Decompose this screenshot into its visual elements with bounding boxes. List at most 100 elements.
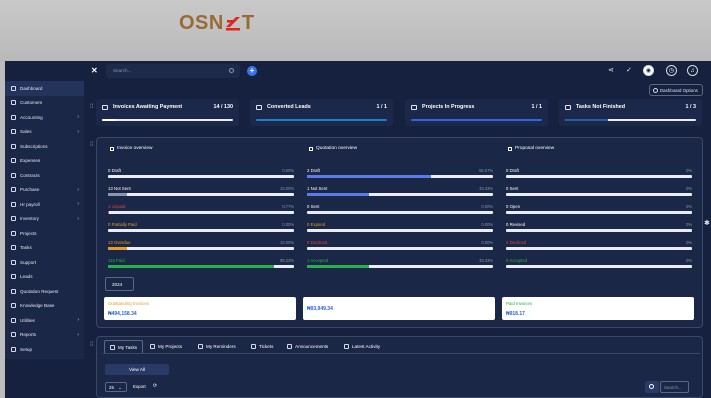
timer-icon[interactable]: ◷ [666,65,677,76]
quotation-status-row[interactable]: 1 Not Sent 33.33% [307,186,493,197]
sidebar-item-expenses[interactable]: Expenses [5,154,84,169]
sidebar-item-knowledge-base[interactable]: Knowledge Base [5,299,84,314]
search-icon[interactable] [229,68,234,73]
status-percent: 10.00% [280,186,294,191]
user-avatar[interactable]: ◉ [643,65,654,76]
view-all-button[interactable]: View All [105,364,169,375]
sidebar-item-customers[interactable]: Customers [5,96,84,111]
invoice-status-row[interactable]: 116 Paid 89.23% [108,258,294,269]
sidebar-item-accounting[interactable]: Accounting › [5,110,84,125]
tab-tickets[interactable]: Tickets [246,340,278,353]
sidebar-item-label: Tasks [20,245,32,251]
drag-handle-icon[interactable]: ⁞⁞ [90,342,93,348]
search-input[interactable]: Search... [106,64,240,78]
status-label: 0 Accepted [506,258,528,263]
sidebar-item-subscriptions[interactable]: Subscriptions [5,139,84,154]
sidebar-item-label: Sales [20,129,32,135]
status-percent: 0.00% [481,240,493,245]
tab-my-reminders[interactable]: My Reminders [193,340,241,353]
invoice-status-row[interactable]: 13 Overdue 10.00% [108,240,294,251]
proposal-status-row[interactable]: 0 Declined 0% [506,240,692,251]
sidebar-item-leads[interactable]: Leads [5,270,84,285]
refresh-icon[interactable]: ⟳ [153,383,157,389]
check-icon[interactable]: ✓ [626,66,632,74]
status-progress-bar [307,265,493,268]
dashboard-options-button[interactable]: Dashboard Options [649,84,703,96]
activity-tabs-panel [96,336,703,398]
lifebuoy-icon [11,259,16,265]
quotation-status-row[interactable]: 1 Accepted 33.33% [307,258,493,269]
quotation-status-row[interactable]: 2 Draft 66.67% [307,168,493,179]
sidebar-item-purchase[interactable]: Purchase › [5,183,84,198]
stat-card-title: Tasks Not Finished [576,104,626,110]
notifications-bell-icon[interactable]: ♫ [687,65,698,76]
sidebar-item-reports[interactable]: Reports › [5,328,84,343]
overview-icon [309,146,313,151]
sidebar-item-dashboard[interactable]: Dashboard [5,81,84,96]
total-label: Outstanding Invoices [108,301,150,306]
tab-my-tasks[interactable]: My Tasks [104,340,144,353]
sidebar-item-tasks[interactable]: Tasks [5,241,84,256]
sidebar-item-inventory[interactable]: Inventory › [5,212,84,227]
close-sidebar-icon[interactable]: ✕ [91,66,98,75]
invoice-status-row[interactable]: 13 Not Sent 10.00% [108,186,294,197]
settings-gear-icon[interactable]: ✱ [704,219,710,227]
status-label: 0 Partially Paid [108,222,137,227]
drag-handle-icon[interactable]: ⁞⁞ [90,142,93,148]
share-icon[interactable]: ⋖ [608,66,614,74]
chart-icon [11,332,16,338]
quotation-status-row[interactable]: 0 Sent 0.00% [307,204,493,215]
sidebar-item-contracts[interactable]: Contracts [5,168,84,183]
drag-handle-icon[interactable]: ⁞⁞ [90,104,93,110]
tools-icon [11,317,16,323]
tab-latest-activity[interactable]: Latest Activity [339,340,385,353]
quotation-status-row[interactable]: 0 Declined 0.00% [307,240,493,251]
sidebar-item-label: Subscriptions [20,143,48,149]
status-progress-bar [506,247,692,250]
invoice-total-box: Paid Invoices ₦918.17 [502,297,694,320]
invoice-status-row[interactable]: 0 Partially Paid 0.00% [108,222,294,233]
proposal-status-row[interactable]: 0 Sent 0% [506,186,692,197]
proposal-status-row[interactable]: 0 Revised 0% [506,222,692,233]
overview-title-text: Quotation overview [316,146,358,151]
chevron-right-icon: › [77,215,79,222]
quick-create-button[interactable]: + [247,66,257,76]
export-button[interactable]: Export [133,384,146,389]
year-select[interactable]: 2024 [105,277,134,291]
sidebar-item-sales[interactable]: Sales › [5,125,84,140]
sidebar-item-label: Utilities [20,317,35,323]
invoice-status-row[interactable]: 1 Unpaid 0.77% [108,204,294,215]
clock-icon [198,344,203,349]
status-progress-bar [307,247,493,250]
sidebar-item-label: Setup [20,346,33,352]
tab-announcements[interactable]: Announcements [282,340,333,353]
activity-icon [344,344,349,349]
per-page-select[interactable]: 25 ⌄ [105,382,127,392]
quotation-status-row[interactable]: 0 Expired 0.00% [307,222,493,233]
proposal-status-row[interactable]: 0 Open 0% [506,204,692,215]
sidebar-item-projects[interactable]: Projects [5,226,84,241]
sidebar-item-quotation-request[interactable]: Quotation Request [5,284,84,299]
status-percent: 0% [686,222,692,227]
tab-my-projects[interactable]: My Projects [145,340,187,353]
status-percent: 0% [686,168,692,173]
sidebar-item-setup[interactable]: Setup [5,342,84,357]
chevron-right-icon: › [77,331,79,338]
overview-icon [110,146,114,151]
cart-icon [11,129,16,135]
proposal-status-row[interactable]: 0 Accepted 0% [506,258,692,269]
status-label: 0 Declined [506,240,527,245]
status-percent: 0% [686,204,692,209]
chevron-down-icon: ⌄ [118,385,122,390]
proposal-status-row[interactable]: 0 Draft 0% [506,168,692,179]
sidebar-item-utilities[interactable]: Utilities › [5,313,84,328]
invoice-status-row[interactable]: 0 Draft 0.00% [108,168,294,179]
receipt-icon [11,158,16,164]
sidebar-item-hr-payroll[interactable]: Hr payroll › [5,197,84,212]
file-icon [11,172,16,178]
sidebar-item-support[interactable]: Support [5,255,84,270]
table-search-button[interactable] [645,381,659,393]
tabs-divider [103,353,700,354]
chevron-right-icon: › [77,186,79,193]
table-search-input[interactable]: Search... [660,381,689,393]
